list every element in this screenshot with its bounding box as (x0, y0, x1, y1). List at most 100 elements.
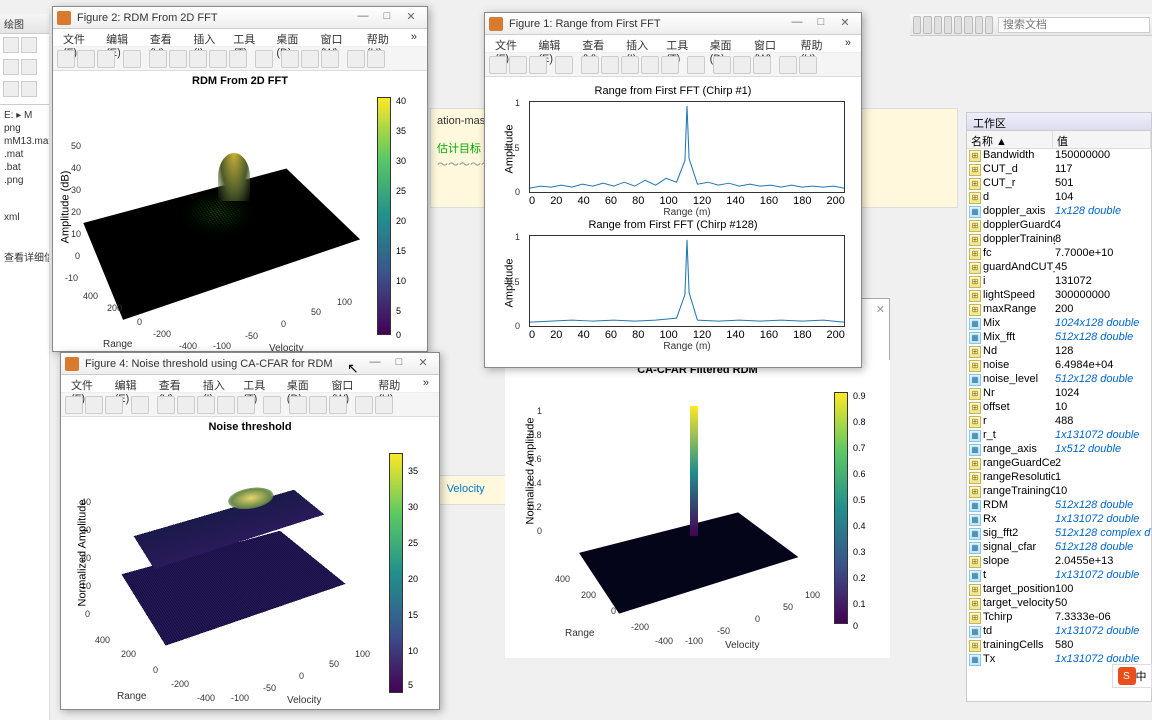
toolbar-button[interactable] (309, 396, 327, 414)
workspace-var-row[interactable]: RDM512x128 double (967, 499, 1151, 513)
workspace-var-row[interactable]: fc7.7000e+10 (967, 247, 1151, 261)
tool-icon[interactable] (954, 16, 962, 34)
menu-overflow-icon[interactable]: » (417, 375, 435, 392)
menu-overflow-icon[interactable]: » (839, 35, 857, 52)
toolbar-button[interactable] (57, 50, 75, 68)
workspace-var-row[interactable]: Nr1024 (967, 387, 1151, 401)
workspace-var-row[interactable]: dopplerGuardC...4 (967, 219, 1151, 233)
file-item[interactable]: png (0, 122, 49, 135)
titlebar[interactable]: Figure 1: Range from First FFT — □ ✕ (485, 13, 861, 35)
menu-item[interactable]: 文件(F) (65, 375, 109, 392)
workspace-var-row[interactable]: d104 (967, 191, 1151, 205)
workspace-var-row[interactable]: td1x131072 double (967, 625, 1151, 639)
plot-tab[interactable]: 绘图 (0, 14, 49, 34)
minimize-button[interactable]: — (785, 16, 809, 32)
workspace-var-row[interactable]: offset10 (967, 401, 1151, 415)
toolbar-button[interactable] (263, 396, 281, 414)
toolbar-button[interactable] (641, 56, 659, 74)
workspace-var-row[interactable]: sig_fft2512x128 complex d... (967, 527, 1151, 541)
workspace-var-row[interactable]: doppler_axis1x128 double (967, 205, 1151, 219)
menu-item[interactable]: 查看(V) (153, 375, 197, 392)
menu-item[interactable]: 插入(I) (620, 35, 660, 52)
toolbar-button[interactable] (289, 396, 307, 414)
menu-item[interactable]: 桌面(D) (270, 29, 314, 46)
minimize-button[interactable]: — (363, 356, 387, 372)
workspace-var-row[interactable]: target_position100 (967, 583, 1151, 597)
toolbar-button[interactable] (237, 396, 255, 414)
tool-icon[interactable] (923, 16, 931, 34)
maximize-button[interactable]: □ (375, 10, 399, 26)
tool-icon[interactable] (944, 16, 952, 34)
menu-item[interactable]: 插入(I) (197, 375, 237, 392)
workspace-var-row[interactable]: Rx1x131072 double (967, 513, 1151, 527)
toolbar-button[interactable] (581, 56, 599, 74)
workspace-var-row[interactable]: Tchirp7.3333e-06 (967, 611, 1151, 625)
mini-icon[interactable] (21, 59, 37, 75)
workspace-var-row[interactable]: rangeResolution1 (967, 471, 1151, 485)
titlebar[interactable]: Figure 4: Noise threshold using CA-CFAR … (61, 353, 439, 375)
close-icon[interactable]: ✕ (876, 303, 885, 316)
file-item[interactable]: mM13.mat (0, 135, 49, 148)
menu-item[interactable]: 工具(T) (237, 375, 281, 392)
mini-icon[interactable] (3, 37, 19, 53)
file-item[interactable]: .png (0, 174, 49, 187)
workspace-var-row[interactable]: Bandwidth150000000 (967, 149, 1151, 163)
toolbar-button[interactable] (375, 396, 393, 414)
menu-item[interactable]: 文件(F) (489, 35, 532, 52)
mini-icon[interactable] (3, 81, 19, 97)
toolbar-button[interactable] (529, 56, 547, 74)
toolbar-button[interactable] (97, 50, 115, 68)
toolbar-button[interactable] (189, 50, 207, 68)
close-button[interactable]: ✕ (833, 16, 857, 32)
maximize-button[interactable]: □ (387, 356, 411, 372)
toolbar-button[interactable] (85, 396, 103, 414)
toolbar-button[interactable] (555, 56, 573, 74)
figure-2-window[interactable]: Figure 2: RDM From 2D FFT — □ ✕ 文件(F)编辑(… (52, 6, 428, 352)
workspace-var-row[interactable]: r_t1x131072 double (967, 429, 1151, 443)
menu-item[interactable]: 查看(V) (576, 35, 620, 52)
menu-item[interactable]: 编辑(E) (109, 375, 153, 392)
figure-1-window[interactable]: Figure 1: Range from First FFT — □ ✕ 文件(… (484, 12, 862, 368)
toolbar-button[interactable] (509, 56, 527, 74)
toolbar-button[interactable] (601, 56, 619, 74)
close-button[interactable]: ✕ (411, 356, 435, 372)
mini-icon[interactable] (3, 59, 19, 75)
file-item[interactable]: xml (0, 211, 49, 224)
menu-item[interactable]: 窗口(W) (314, 29, 360, 46)
workspace-var-row[interactable]: CUT_r501 (967, 177, 1151, 191)
tool-icon[interactable] (964, 16, 972, 34)
tool-icon[interactable] (913, 16, 921, 34)
toolbar-button[interactable] (321, 50, 339, 68)
workspace-var-row[interactable]: target_velocity50 (967, 597, 1151, 611)
toolbar-button[interactable] (123, 50, 141, 68)
workspace-var-row[interactable]: noise6.4984e+04 (967, 359, 1151, 373)
menu-overflow-icon[interactable]: » (405, 29, 423, 46)
ime-indicator[interactable]: S 中 (1112, 664, 1152, 688)
file-item[interactable]: .mat (0, 148, 49, 161)
toolbar-button[interactable] (131, 396, 149, 414)
toolbar-button[interactable] (687, 56, 705, 74)
menu-item[interactable]: 插入(I) (187, 29, 227, 46)
toolbar-button[interactable] (367, 50, 385, 68)
figure-4-window[interactable]: Figure 4: Noise threshold using CA-CFAR … (60, 352, 440, 710)
menu-item[interactable]: 帮助(H) (361, 29, 405, 46)
workspace-var-row[interactable]: Mix1024x128 double (967, 317, 1151, 331)
workspace-var-row[interactable]: Mix_fft512x128 double (967, 331, 1151, 345)
workspace-var-row[interactable]: dopplerTraining...8 (967, 233, 1151, 247)
toolbar-button[interactable] (301, 50, 319, 68)
close-button[interactable]: ✕ (399, 10, 423, 26)
toolbar-button[interactable] (799, 56, 817, 74)
workspace-var-row[interactable]: noise_level512x128 double (967, 373, 1151, 387)
toolbar-button[interactable] (355, 396, 373, 414)
toolbar-button[interactable] (65, 396, 83, 414)
workspace-var-row[interactable]: CUT_d117 (967, 163, 1151, 177)
tool-icon[interactable] (934, 16, 942, 34)
toolbar-button[interactable] (329, 396, 347, 414)
file-item[interactable]: 查看详细信息 (0, 248, 49, 265)
menu-item[interactable]: 工具(T) (660, 35, 703, 52)
minimize-button[interactable]: — (351, 10, 375, 26)
toolbar-button[interactable] (621, 56, 639, 74)
toolbar-button[interactable] (779, 56, 797, 74)
toolbar-button[interactable] (281, 50, 299, 68)
toolbar-button[interactable] (77, 50, 95, 68)
